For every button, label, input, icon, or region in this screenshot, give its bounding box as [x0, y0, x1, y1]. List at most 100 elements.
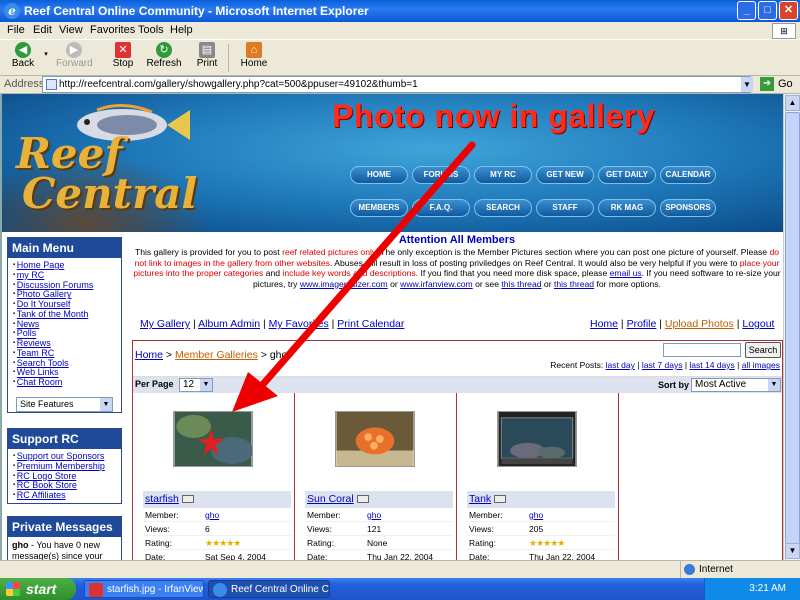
album-admin-link[interactable]: Album Admin	[198, 318, 260, 330]
address-dropdown-icon[interactable]: ▼	[741, 77, 753, 92]
email-us-link[interactable]: email us	[610, 268, 642, 278]
status-bar: Internet	[0, 560, 800, 579]
print-button[interactable]: ▤ Print	[194, 42, 220, 69]
my-favorites-link[interactable]: My Favorites	[269, 318, 329, 330]
reef-central-logo[interactable]: Reef Central	[16, 133, 197, 224]
page-scrollbar[interactable]: ▲ ▼	[783, 94, 800, 560]
recent-last-14-days[interactable]: last 14 days	[689, 360, 734, 370]
recent-last-7-days[interactable]: last 7 days	[642, 360, 683, 370]
menu-favorites[interactable]: Favorites	[90, 24, 135, 36]
menu-help[interactable]: Help	[170, 24, 193, 36]
gallery-header: Home > Member Galleries > gho Search Rec…	[133, 341, 782, 377]
gallery-search-button[interactable]: Search	[745, 342, 781, 358]
main-menu-box: Main Menu Home Page my RC Discussion For…	[7, 237, 122, 413]
my-gallery-link[interactable]: My Gallery	[140, 318, 190, 330]
logout-link[interactable]: Logout	[742, 318, 774, 330]
minimize-button[interactable]: _	[737, 1, 756, 20]
main-menu-list: Home Page my RC Discussion Forums Photo …	[8, 258, 121, 391]
page-viewport: Reef Central Photo now in gallery HOME F…	[0, 94, 783, 560]
member-link[interactable]: gho	[205, 510, 219, 520]
menu-file[interactable]: File	[7, 24, 25, 36]
upload-photos-link[interactable]: Upload Photos	[665, 318, 734, 330]
nav-faq[interactable]: F.A.Q.	[412, 199, 470, 217]
thread-link-1[interactable]: this thread	[501, 279, 541, 289]
member-link[interactable]: gho	[367, 510, 381, 520]
back-dropdown-icon[interactable]: ▾	[42, 50, 50, 58]
refresh-button[interactable]: ↻ Refresh	[146, 42, 182, 69]
nav-home[interactable]: HOME	[350, 166, 408, 184]
go-button[interactable]: Go	[778, 78, 793, 90]
stop-button[interactable]: ✕ Stop	[110, 42, 136, 69]
gallery-cell-empty	[619, 393, 781, 560]
per-page-label: Per Page	[135, 379, 174, 389]
menu-view[interactable]: View	[59, 24, 83, 36]
ie-icon	[213, 583, 227, 597]
irfanview-icon	[89, 583, 103, 597]
ie-icon: e	[4, 3, 20, 19]
recent-last-day[interactable]: last day	[606, 360, 635, 370]
sort-by-select[interactable]: Most Active ▼	[691, 378, 781, 392]
per-page-select[interactable]: 12 ▼	[179, 378, 213, 392]
irfanview-link[interactable]: www.irfanview.com	[400, 279, 473, 289]
nav-members[interactable]: MEMBERS	[350, 199, 408, 217]
print-calendar-link[interactable]: Print Calendar	[337, 318, 404, 330]
tank-thumbnail[interactable]	[497, 411, 577, 467]
pm-text: gho - You have 0 new message(s) since yo…	[12, 540, 103, 560]
imageresizer-link[interactable]: www.imageresizer.com	[300, 279, 388, 289]
nav-staff[interactable]: STAFF	[536, 199, 594, 217]
forward-button[interactable]: ▶ Forward	[56, 42, 93, 69]
crumb-home[interactable]: Home	[135, 349, 163, 361]
home-button[interactable]: ⌂ Home	[240, 42, 268, 69]
go-arrow-icon[interactable]: ➜	[760, 77, 774, 91]
gallery-links-right: Home | Profile | Upload Photos | Logout	[590, 318, 775, 330]
nav-my-rc[interactable]: MY RC	[474, 166, 532, 184]
site-banner: Reef Central Photo now in gallery HOME F…	[2, 94, 783, 232]
start-button[interactable]: start	[0, 578, 76, 600]
support-rc-box: Support RC Support our Sponsors Premium …	[7, 428, 122, 504]
maximize-button[interactable]: □	[758, 1, 777, 20]
site-features-select[interactable]: Site Features ▼	[16, 396, 113, 412]
menu-tools[interactable]: Tools	[138, 24, 164, 36]
menu-edit[interactable]: Edit	[33, 24, 52, 36]
camera-icon	[494, 495, 507, 504]
nav-search[interactable]: SEARCH	[474, 199, 532, 217]
address-input[interactable]: http://reefcentral.com/gallery/showgalle…	[42, 76, 751, 93]
nav-calendar[interactable]: CALENDAR	[660, 166, 716, 184]
home-link[interactable]: Home	[590, 318, 618, 330]
clock[interactable]: 3:21 AM	[749, 583, 786, 594]
nav-rk-mag[interactable]: RK MAG	[598, 199, 656, 217]
nav-get-new[interactable]: GET NEW	[536, 166, 594, 184]
photo-info: Tank Member: gho Views: 205 Rating: ★★★★★ D…	[467, 491, 615, 560]
crumb-member-galleries[interactable]: Member Galleries	[175, 349, 258, 361]
menu-item-chat-room[interactable]: Chat Room	[13, 378, 121, 388]
refresh-icon: ↻	[156, 42, 172, 58]
rating-stars: ★★★★★	[205, 538, 241, 548]
chevron-down-icon: ▼	[768, 379, 780, 391]
windows-logo-icon: ⊞	[772, 23, 796, 39]
profile-link[interactable]: Profile	[627, 318, 657, 330]
photo-title-link[interactable]: Sun Coral	[307, 493, 354, 505]
window-title-bar[interactable]: e Reef Central Online Community - Micros…	[0, 0, 800, 22]
thread-link-2[interactable]: this thread	[554, 279, 594, 289]
task-irfanview[interactable]: starfish.jpg - IrfanView	[84, 580, 204, 598]
nav-sponsors[interactable]: SPONSORS	[660, 199, 716, 217]
browser-toolbar: ◀ Back ▾ ▶ Forward ✕ Stop ↻ Refresh ▤ Pr…	[0, 40, 800, 76]
task-internet-explorer[interactable]: Reef Central Online C...	[208, 580, 330, 598]
support-item-affiliates[interactable]: RC Affiliates	[13, 490, 121, 501]
recent-all-images[interactable]: all images	[742, 360, 780, 370]
photo-title-link[interactable]: Tank	[469, 493, 491, 505]
close-button[interactable]: ✕	[779, 1, 798, 20]
member-link[interactable]: gho	[529, 510, 543, 520]
scroll-up-icon[interactable]: ▲	[785, 95, 800, 111]
scroll-thumb[interactable]	[785, 112, 800, 552]
taskbar: start starfish.jpg - IrfanView Reef Cent…	[0, 578, 800, 600]
gallery-cell-tank: Tank Member: gho Views: 205 Rating: ★★★★★ D…	[457, 393, 619, 560]
gallery-search-input[interactable]	[663, 343, 741, 357]
photo-title-link[interactable]: starfish	[145, 493, 179, 505]
nav-forums[interactable]: FORUMS	[412, 166, 470, 184]
starfish-thumbnail[interactable]	[173, 411, 253, 467]
sun-coral-thumbnail[interactable]	[335, 411, 415, 467]
back-button[interactable]: ◀ Back	[8, 42, 38, 69]
scroll-down-icon[interactable]: ▼	[785, 543, 800, 559]
nav-get-daily[interactable]: GET DAILY	[598, 166, 656, 184]
